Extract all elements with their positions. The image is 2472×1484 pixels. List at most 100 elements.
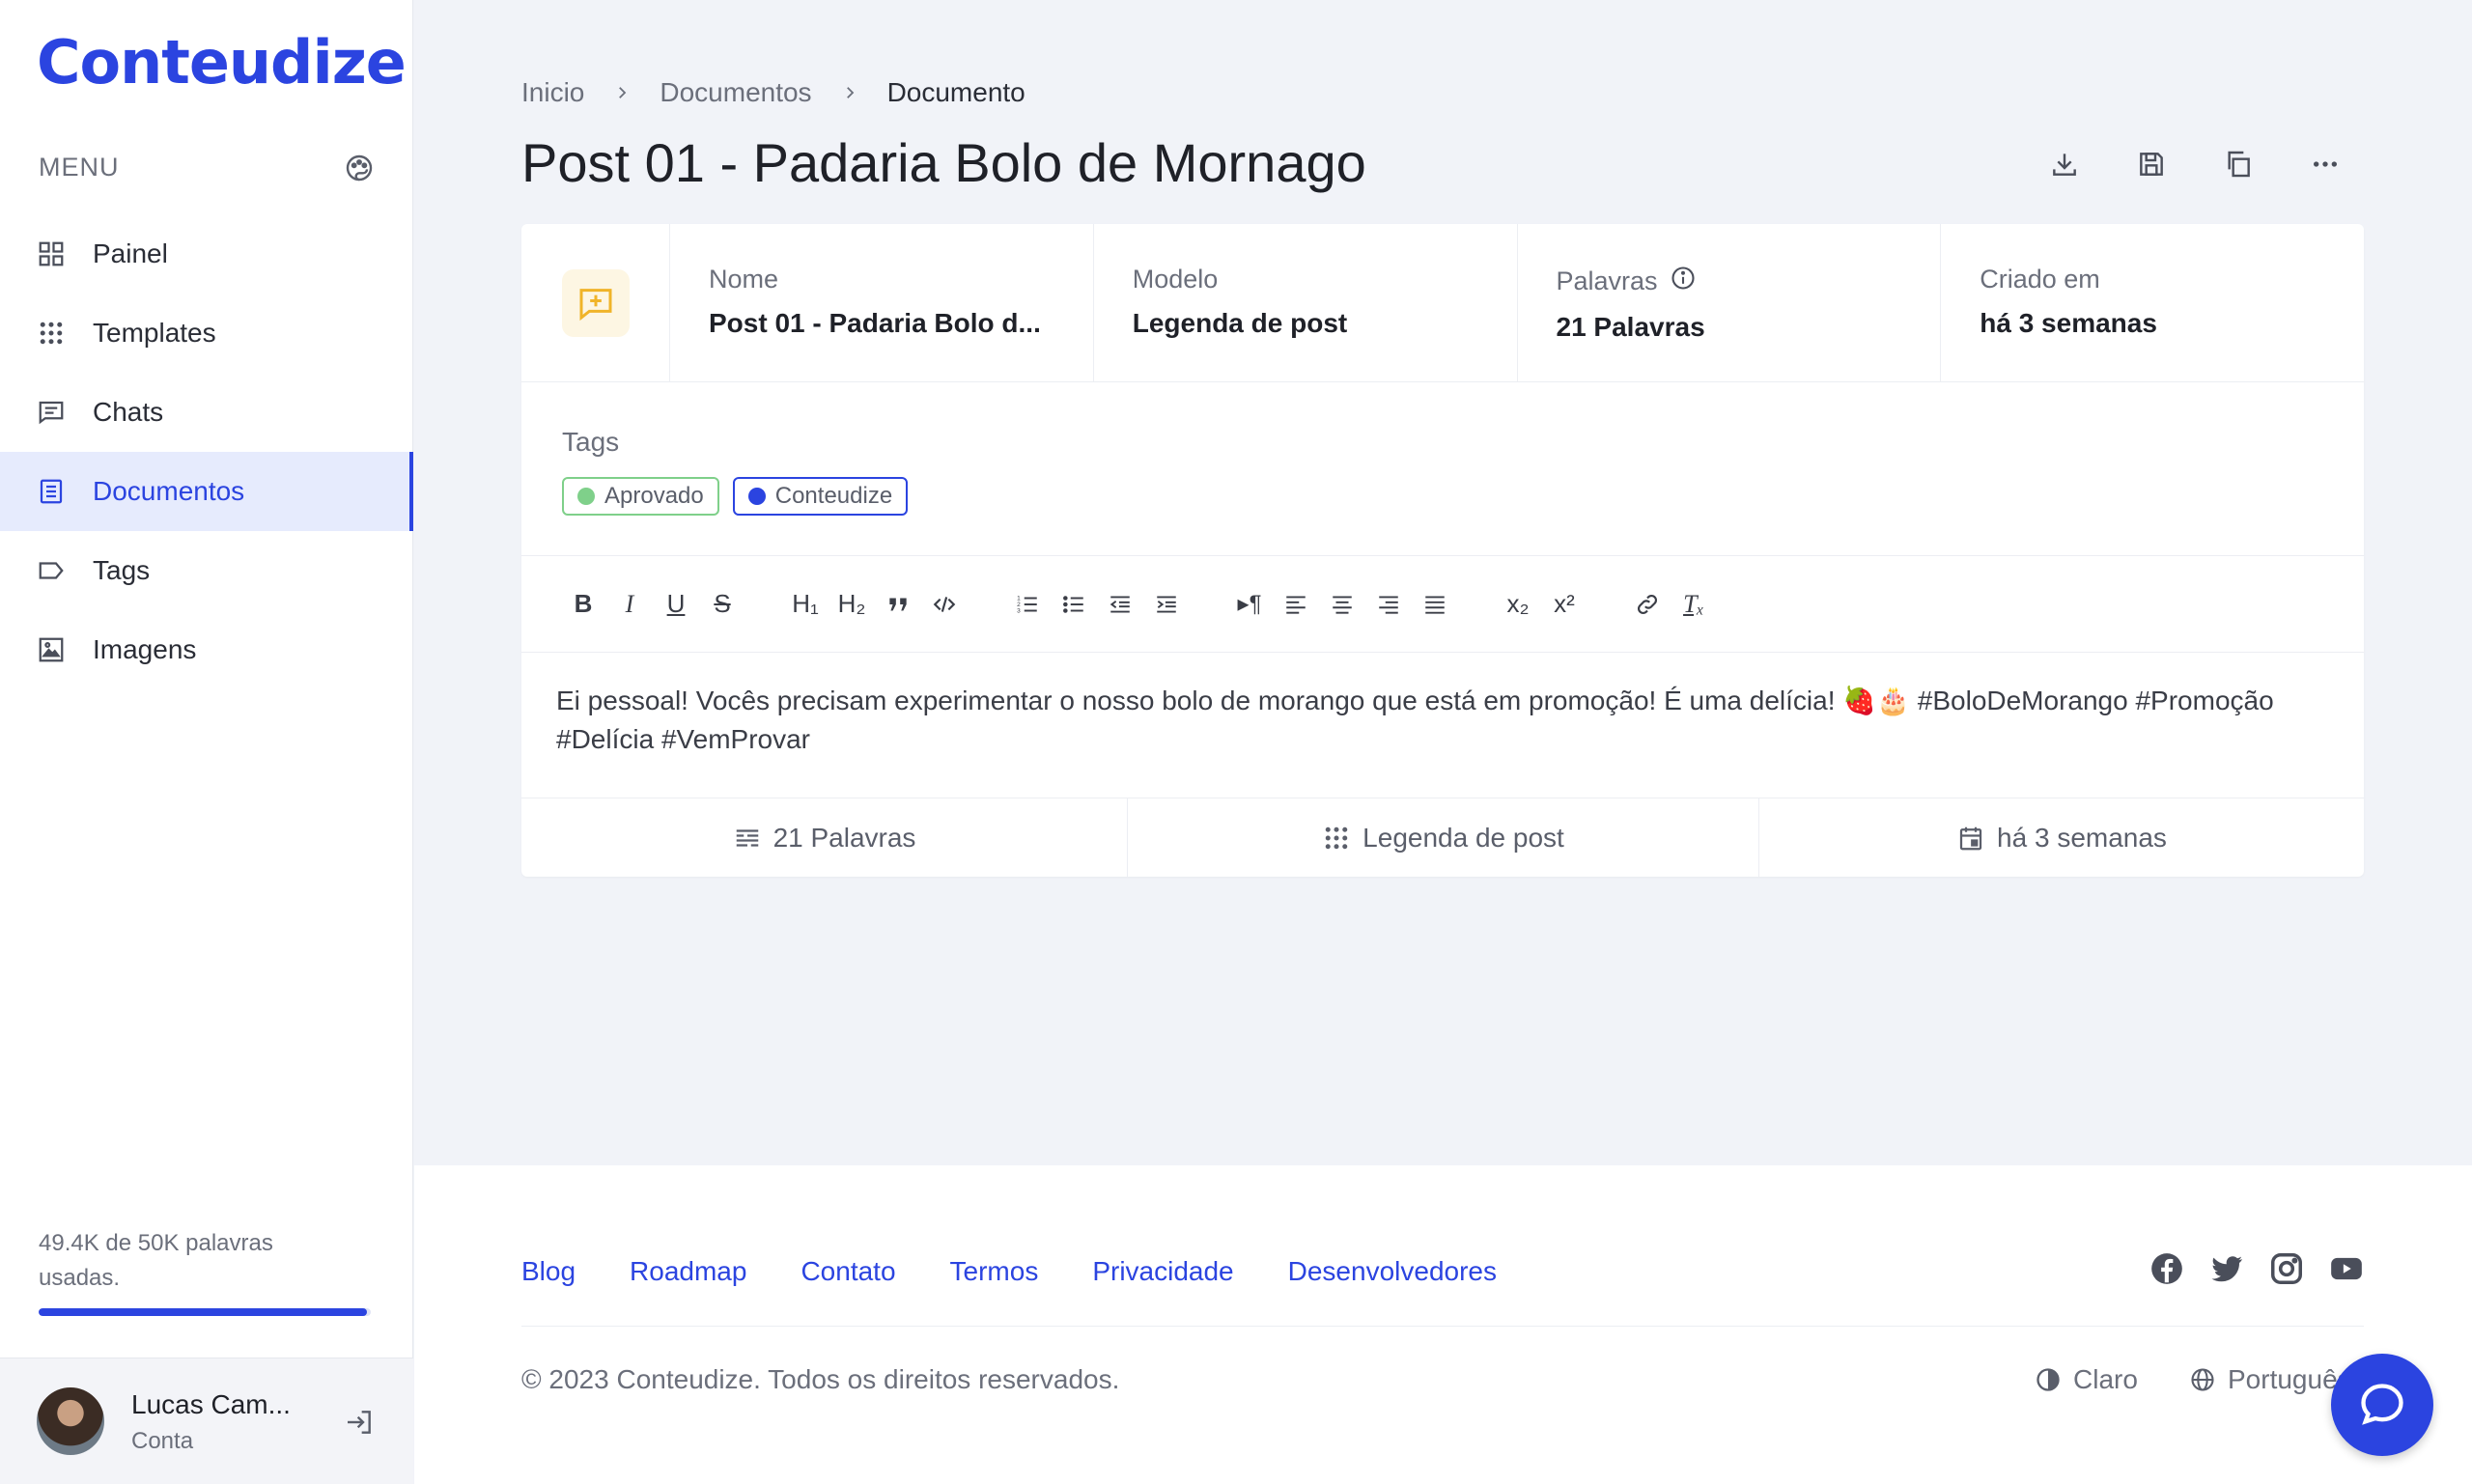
document-icon: [37, 477, 66, 506]
strikethrough-button[interactable]: S: [699, 581, 745, 628]
heading-1-button[interactable]: H₁: [782, 581, 829, 628]
sidebar-item-documentos[interactable]: Documentos: [0, 452, 413, 531]
info-circle-icon[interactable]: [1670, 265, 1697, 298]
palette-icon[interactable]: [344, 153, 375, 183]
document-type-cell: [521, 224, 670, 381]
sidebar-item-templates[interactable]: Templates: [0, 294, 413, 373]
superscript-button[interactable]: x²: [1541, 581, 1587, 628]
more-options-button[interactable]: [2308, 147, 2343, 182]
align-left-icon: [1286, 595, 1306, 614]
footer-link-desenvolvedores[interactable]: Desenvolvedores: [1288, 1256, 1497, 1287]
page-title: Post 01 - Padaria Bolo de Mornago: [521, 132, 1366, 193]
more-horizontal-icon: [2314, 161, 2337, 167]
download-button[interactable]: [2047, 147, 2082, 182]
footer-link-blog[interactable]: Blog: [521, 1256, 576, 1287]
link-button[interactable]: [1624, 581, 1671, 628]
sidebar: Conteudize MENU Painel Templates Chats D…: [0, 0, 413, 1484]
breadcrumb-item-documentos[interactable]: Documentos: [660, 77, 811, 108]
language-selector[interactable]: Português: [2189, 1364, 2351, 1395]
copy-button[interactable]: [2221, 147, 2256, 182]
footer-links: Blog Roadmap Contato Termos Privacidade …: [521, 1256, 1497, 1287]
youtube-icon[interactable]: [2328, 1250, 2365, 1287]
clear-format-button[interactable]: Tₓ: [1671, 581, 1717, 628]
indent-button[interactable]: [1143, 581, 1190, 628]
footer-link-roadmap[interactable]: Roadmap: [630, 1256, 746, 1287]
ordered-list-icon: 123: [1017, 595, 1037, 614]
message-plus-icon: [579, 288, 611, 321]
app-logo[interactable]: Conteudize: [37, 27, 407, 98]
tag-label: Aprovado: [604, 483, 704, 509]
save-button[interactable]: [2134, 147, 2169, 182]
text-direction-button[interactable]: ▸¶: [1226, 581, 1273, 628]
download-icon: [2053, 154, 2076, 176]
twitter-icon[interactable]: [2208, 1250, 2245, 1287]
subscript-button[interactable]: x₂: [1495, 581, 1541, 628]
align-center-button[interactable]: [1319, 581, 1365, 628]
logout-icon[interactable]: [344, 1407, 375, 1438]
footer-divider: [521, 1326, 2364, 1327]
quote-button[interactable]: [875, 581, 921, 628]
info-words-value: 21 Palavras: [1556, 312, 1705, 342]
underline-button[interactable]: U: [653, 581, 699, 628]
outdent-icon: [1110, 595, 1130, 613]
grid-icon: [37, 239, 66, 268]
usage-progress-bar: [39, 1308, 371, 1316]
stat-created-value: há 3 semanas: [1997, 822, 2167, 853]
save-icon: [2140, 153, 2163, 176]
user-name: Lucas Cam...: [131, 1389, 291, 1419]
sidebar-item-imagens[interactable]: Imagens: [0, 610, 413, 689]
instagram-icon[interactable]: [2268, 1250, 2305, 1287]
stat-model-value: Legenda de post: [1362, 822, 1564, 853]
sidebar-item-tags[interactable]: Tags: [0, 531, 413, 610]
stat-words: 21 Palavras: [521, 798, 1128, 877]
link-icon: [1638, 594, 1657, 614]
tag-color-dot: [747, 488, 766, 505]
document-card: Nome Post 01 - Padaria Bolo d... Modelo …: [521, 224, 2364, 877]
align-justify-button[interactable]: [1412, 581, 1458, 628]
footer-link-privacidade[interactable]: Privacidade: [1092, 1256, 1233, 1287]
tag-aprovado[interactable]: Aprovado: [562, 477, 719, 516]
breadcrumb-item-inicio[interactable]: Inicio: [521, 77, 584, 108]
chat-icon: [37, 398, 66, 427]
info-model: Modelo Legenda de post: [1094, 224, 1518, 381]
document-type-badge: [561, 268, 630, 337]
bold-button[interactable]: B: [560, 581, 606, 628]
copyright-text: © 2023 Conteudize. Todos os direitos res…: [521, 1364, 1120, 1394]
image-icon: [37, 635, 66, 664]
stat-model: Legenda de post: [1128, 798, 1759, 877]
footer-link-termos[interactable]: Termos: [950, 1256, 1039, 1287]
footer-link-contato[interactable]: Contato: [801, 1256, 895, 1287]
svg-text:3: 3: [1017, 607, 1021, 614]
sidebar-item-label: Documentos: [93, 476, 245, 506]
info-model-value: Legenda de post: [1132, 308, 1348, 338]
theme-toggle[interactable]: Claro: [2035, 1364, 2138, 1395]
theme-label: Claro: [2073, 1364, 2138, 1394]
outdent-button[interactable]: [1097, 581, 1143, 628]
ordered-list-button[interactable]: 123: [1004, 581, 1051, 628]
document-stats-row: 21 Palavras Legenda de post há 3 semanas: [521, 798, 2364, 877]
footer: Blog Roadmap Contato Termos Privacidade …: [414, 1165, 2472, 1484]
info-words: Palavras 21 Palavras: [1518, 224, 1942, 381]
tag-conteudize[interactable]: Conteudize: [732, 477, 909, 516]
code-button[interactable]: [921, 581, 968, 628]
facebook-icon[interactable]: [2149, 1250, 2185, 1287]
sidebar-item-chats[interactable]: Chats: [0, 373, 413, 452]
align-left-button[interactable]: [1273, 581, 1319, 628]
sidebar-item-label: Templates: [93, 318, 216, 348]
sidebar-item-painel[interactable]: Painel: [0, 214, 413, 294]
indent-icon: [1157, 595, 1176, 613]
user-account-label: Conta: [131, 1428, 194, 1454]
usage-progress-fill: [39, 1308, 367, 1316]
user-account-box[interactable]: Lucas Cam... Conta: [0, 1358, 413, 1484]
chat-bubble-icon: [2361, 1384, 2403, 1425]
dots-grid-icon: [37, 319, 66, 348]
bullet-list-button[interactable]: [1051, 581, 1097, 628]
document-actions: [2047, 147, 2343, 182]
align-right-button[interactable]: [1365, 581, 1412, 628]
menu-label: MENU: [39, 153, 120, 182]
chat-support-button[interactable]: [2331, 1354, 2433, 1456]
editor-content[interactable]: Ei pessoal! Vocês precisam experimentar …: [556, 682, 2333, 759]
document-info-row: Nome Post 01 - Padaria Bolo d... Modelo …: [521, 224, 2364, 382]
heading-2-button[interactable]: H₂: [829, 581, 875, 628]
italic-button[interactable]: I: [606, 581, 653, 628]
